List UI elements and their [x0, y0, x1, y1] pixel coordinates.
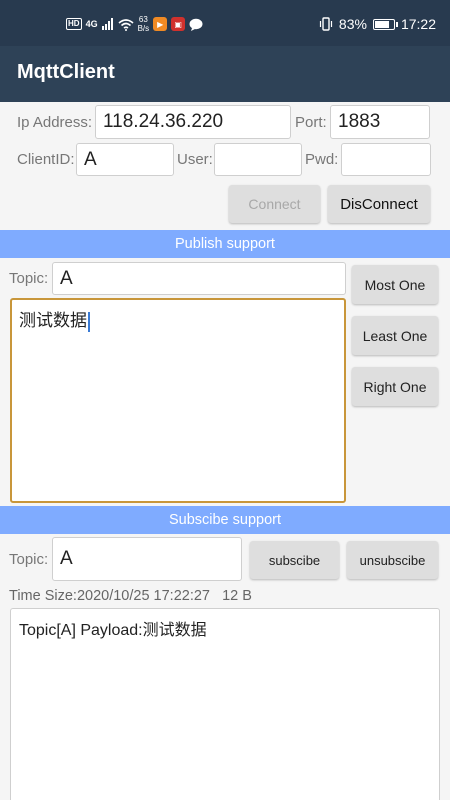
subscribe-topic-input[interactable]: A	[52, 537, 242, 581]
network-type: 4G	[85, 19, 98, 29]
qos-most-one-button[interactable]: Most One	[352, 265, 438, 304]
qos-right-one-button[interactable]: Right One	[352, 367, 438, 406]
ip-address-label: Ip Address:	[17, 114, 93, 131]
pwd-label: Pwd:	[305, 151, 339, 168]
port-input[interactable]: 1883	[330, 105, 430, 139]
publish-section-header: Publish support	[0, 230, 450, 258]
publish-topic-input[interactable]: A	[52, 262, 346, 295]
client-id-input[interactable]: A	[76, 143, 174, 176]
user-input[interactable]	[214, 143, 302, 176]
battery-percent: 83%	[338, 16, 367, 32]
status-bar-right: 83% 17:22	[319, 14, 436, 34]
net-speed-value: 63	[138, 15, 148, 24]
vibrate-icon	[319, 17, 333, 31]
chat-bubble-icon	[189, 18, 203, 31]
battery-fill	[374, 20, 390, 28]
time-size-text: Time Size:2020/10/25 17:22:27 12 B	[9, 588, 252, 604]
status-bar: HD 4G 63 B/s ▶ ▣ 83% 17:22	[0, 0, 450, 46]
video-app-icon: ▶	[153, 17, 168, 31]
clock: 17:22	[400, 16, 436, 32]
password-input[interactable]	[341, 143, 431, 176]
app-bar: MqttClient	[0, 46, 450, 102]
subscribe-topic-label: Topic:	[9, 551, 49, 568]
news-app-icon: ▣	[171, 17, 186, 31]
app-title: MqttClient	[17, 61, 115, 83]
publish-topic-label: Topic:	[9, 270, 49, 287]
text-cursor	[88, 311, 90, 332]
subscribe-section-header: Subscibe support	[0, 506, 450, 534]
unsubscribe-button[interactable]: unsubscibe	[347, 541, 438, 579]
qos-least-one-button[interactable]: Least One	[352, 316, 438, 355]
user-label: User:	[177, 151, 213, 168]
status-bar-left: HD 4G 63 B/s ▶ ▣	[66, 14, 203, 34]
net-speed-unit: B/s	[137, 24, 150, 33]
disconnect-button[interactable]: DisConnect	[328, 185, 430, 223]
subscribe-button[interactable]: subscibe	[250, 541, 339, 579]
message-log-text: Topic[A] Payload:测试数据	[19, 622, 207, 639]
net-speed: 63 B/s	[138, 15, 150, 33]
cell-signal-icon	[101, 18, 113, 30]
payload-text: 测试数据	[19, 311, 87, 330]
battery-icon	[372, 18, 398, 30]
client-id-label: ClientID:	[17, 151, 75, 168]
ip-address-input[interactable]: 118.24.36.220	[95, 105, 291, 139]
publish-payload-input[interactable]: 测试数据	[10, 298, 346, 503]
wifi-icon	[118, 18, 134, 31]
connect-button[interactable]: Connect	[229, 185, 320, 223]
message-log[interactable]: Topic[A] Payload:测试数据	[10, 608, 440, 800]
hd-icon: HD	[66, 18, 82, 30]
port-label: Port:	[295, 114, 327, 131]
